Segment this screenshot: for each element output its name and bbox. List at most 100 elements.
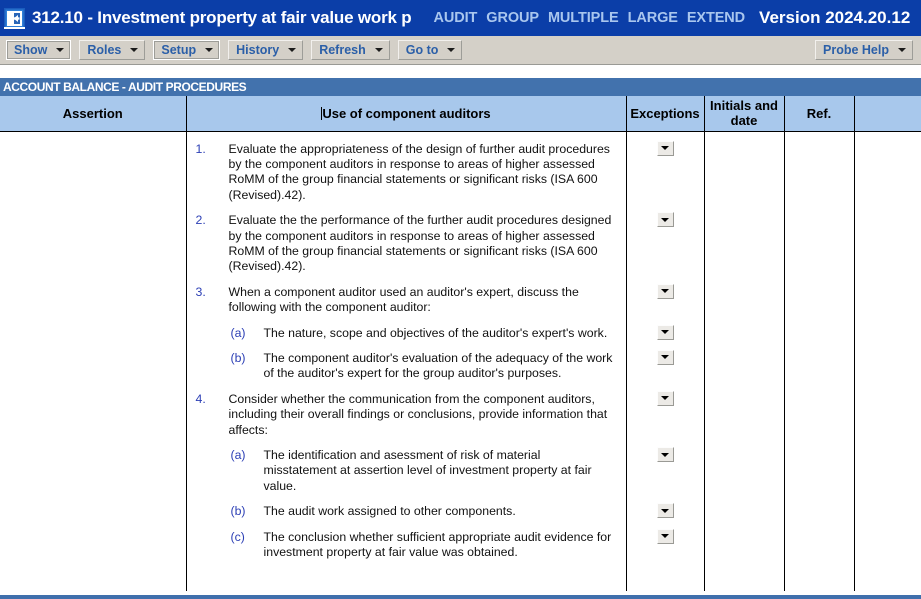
audit-procedures-table: Assertion Use of component auditors Exce… bbox=[0, 96, 921, 591]
chevron-down-icon bbox=[661, 289, 669, 294]
procedure-row[interactable]: (b) The component auditor's evaluation of… bbox=[187, 341, 626, 382]
chevron-down-icon bbox=[661, 508, 669, 513]
bottom-rule bbox=[0, 595, 921, 599]
exception-dropdown-button[interactable] bbox=[656, 140, 674, 156]
procedure-number: 3. bbox=[195, 284, 206, 299]
procedure-row[interactable]: (b) The audit work assigned to other comp… bbox=[187, 494, 626, 519]
exception-dropdown-button[interactable] bbox=[656, 212, 674, 228]
procedure-text: The nature, scope and objectives of the … bbox=[263, 325, 608, 340]
procedure-text: The identification and asessment of risk… bbox=[263, 448, 592, 493]
column-header-exceptions-label: Exceptions bbox=[630, 105, 700, 121]
toolbar-button-history[interactable]: History bbox=[228, 40, 304, 60]
procedure-row[interactable]: 1. Evaluate the appropriateness of the de… bbox=[187, 132, 626, 204]
section-header-label: ACCOUNT BALANCE - AUDIT PROCEDURES bbox=[3, 80, 247, 94]
chevron-down-icon bbox=[447, 48, 456, 52]
chevron-down-icon bbox=[130, 48, 139, 52]
procedure-text: Evaluate the appropriateness of the desi… bbox=[228, 141, 610, 202]
cell-ref[interactable] bbox=[784, 131, 855, 591]
exception-dropdown-slot bbox=[627, 283, 704, 299]
exception-dropdown-slot bbox=[627, 390, 704, 406]
procedure-text: Consider whether the communication from … bbox=[228, 391, 608, 437]
chevron-down-icon bbox=[661, 330, 669, 335]
column-header-procedure[interactable]: Use of component auditors bbox=[186, 96, 627, 132]
restore-window-icon[interactable] bbox=[4, 7, 25, 29]
procedure-number: 4. bbox=[195, 391, 206, 406]
toolbar-button-roles[interactable]: Roles bbox=[79, 40, 146, 60]
procedure-text: The conclusion whether sufficient approp… bbox=[263, 529, 612, 560]
cell-initials-and-date[interactable] bbox=[704, 131, 785, 591]
procedure-number: (b) bbox=[230, 504, 246, 519]
cell-exceptions[interactable] bbox=[626, 131, 705, 591]
procedure-row[interactable]: 3. When a component auditor used an audit… bbox=[187, 275, 626, 316]
column-header-assertion[interactable]: Assertion bbox=[0, 96, 187, 132]
column-header-initials-label: Initials and date bbox=[710, 98, 778, 129]
procedure-text: The component auditor's evaluation of th… bbox=[263, 350, 613, 381]
exception-dropdown-button[interactable] bbox=[656, 283, 674, 299]
procedure-number: (b) bbox=[230, 350, 246, 365]
probe-help-button[interactable]: Probe Help bbox=[815, 40, 913, 60]
column-header-initials[interactable]: Initials and date bbox=[704, 96, 785, 132]
chevron-down-icon bbox=[661, 355, 669, 360]
chevron-down-icon bbox=[898, 48, 906, 52]
section-header-bar: ACCOUNT BALANCE - AUDIT PROCEDURES bbox=[0, 78, 921, 96]
toolbar-button-show-label: Show bbox=[14, 43, 48, 57]
tag-large: LARGE bbox=[627, 10, 678, 26]
toolbar-button-show[interactable]: Show bbox=[6, 40, 72, 60]
exception-dropdown-slot bbox=[627, 212, 704, 228]
column-header-ref[interactable]: Ref. bbox=[784, 96, 855, 132]
procedure-text: When a component auditor used an auditor… bbox=[228, 284, 579, 315]
window-title-bar: 312.10 - Investment property at fair val… bbox=[0, 0, 921, 36]
sheet-top-gap bbox=[0, 65, 921, 78]
exception-dropdown-button[interactable] bbox=[656, 349, 674, 365]
exception-dropdown-button[interactable] bbox=[656, 528, 674, 544]
chevron-down-icon bbox=[661, 396, 669, 401]
procedure-row[interactable]: (c) The conclusion whether sufficient app… bbox=[187, 520, 626, 561]
procedure-row[interactable]: 4. Consider whether the communication fro… bbox=[187, 382, 626, 438]
procedure-number: (a) bbox=[230, 448, 246, 462]
exception-dropdown-slot bbox=[627, 528, 704, 544]
exception-dropdown-button[interactable] bbox=[656, 503, 674, 519]
chevron-down-icon bbox=[661, 217, 669, 222]
toolbar-button-refresh[interactable]: Refresh bbox=[311, 40, 390, 60]
toolbar-button-refresh-label: Refresh bbox=[319, 43, 366, 57]
exception-dropdown-button[interactable] bbox=[656, 324, 674, 340]
exception-dropdown-slot bbox=[627, 447, 704, 462]
chevron-down-icon bbox=[661, 146, 669, 150]
exception-dropdown-slot bbox=[627, 503, 704, 519]
cell-procedures[interactable]: 1. Evaluate the appropriateness of the de… bbox=[186, 131, 627, 591]
worksheet-area: ACCOUNT BALANCE - AUDIT PROCEDURES Asser… bbox=[0, 65, 921, 599]
procedure-row[interactable]: (a) The nature, scope and objectives of t… bbox=[187, 316, 626, 341]
toolbar-button-goto-label: Go to bbox=[405, 43, 439, 57]
chevron-down-icon bbox=[661, 534, 669, 539]
tag-multiple: MULTIPLE bbox=[547, 10, 619, 26]
procedure-row[interactable]: (a) The identification and asessment of r… bbox=[187, 438, 626, 494]
exception-dropdown-button[interactable] bbox=[656, 447, 674, 462]
chevron-down-icon bbox=[661, 452, 669, 457]
toolbar-button-setup-label: Setup bbox=[161, 43, 197, 57]
exception-dropdown-slot bbox=[627, 349, 704, 365]
procedure-list: 1. Evaluate the appropriateness of the de… bbox=[187, 132, 626, 561]
procedure-row[interactable]: 2. Evaluate the the performance of the fu… bbox=[187, 203, 626, 275]
procedure-text: Evaluate the the performance of the furt… bbox=[228, 213, 612, 274]
column-header-exceptions[interactable]: Exceptions bbox=[626, 96, 705, 132]
main-toolbar: Show Roles Setup History Refresh Go to P… bbox=[0, 36, 921, 65]
exception-dropdown-slot bbox=[627, 324, 704, 340]
table-body-row: 1. Evaluate the appropriateness of the de… bbox=[0, 131, 921, 591]
column-header-spare[interactable] bbox=[854, 96, 921, 132]
chevron-down-icon bbox=[56, 48, 65, 52]
procedure-number: (c) bbox=[230, 529, 245, 544]
toolbar-button-history-label: History bbox=[236, 43, 280, 57]
cell-spare[interactable] bbox=[854, 131, 921, 591]
procedure-number: 1. bbox=[195, 141, 206, 156]
toolbar-button-setup[interactable]: Setup bbox=[153, 40, 221, 60]
column-header-assertion-label: Assertion bbox=[62, 105, 123, 121]
column-header-ref-label: Ref. bbox=[806, 105, 832, 121]
cell-assertion[interactable] bbox=[0, 131, 187, 591]
procedure-text: The audit work assigned to other compone… bbox=[263, 504, 516, 519]
chevron-down-icon bbox=[374, 48, 383, 52]
chevron-down-icon bbox=[205, 48, 214, 52]
exception-dropdown-button[interactable] bbox=[656, 390, 674, 406]
page-title: 312.10 - Investment property at fair val… bbox=[32, 8, 412, 27]
toolbar-button-goto[interactable]: Go to bbox=[397, 40, 463, 60]
tag-group: GROUP bbox=[486, 10, 539, 26]
